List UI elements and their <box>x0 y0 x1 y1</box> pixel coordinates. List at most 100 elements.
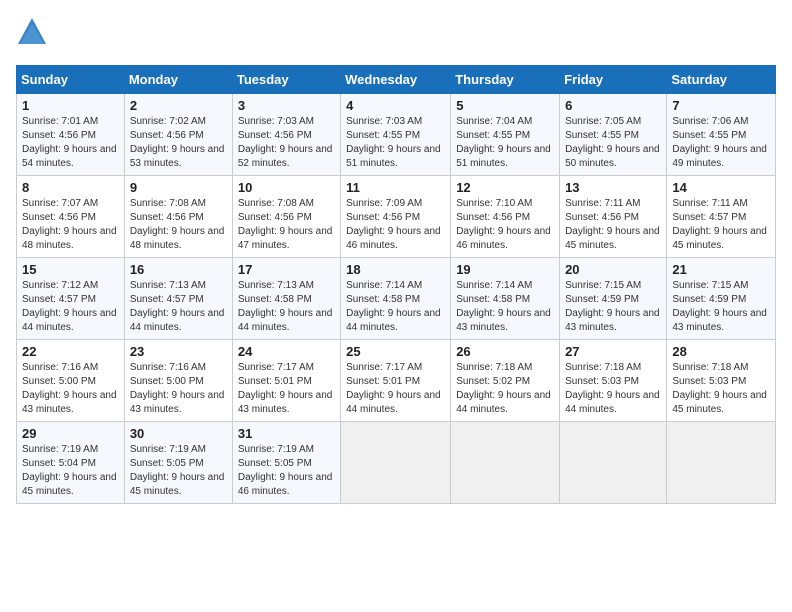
day-number: 17 <box>238 262 335 277</box>
day-number: 28 <box>672 344 770 359</box>
day-info: Sunrise: 7:01 AMSunset: 4:56 PMDaylight:… <box>22 115 119 171</box>
calendar-cell <box>560 422 667 504</box>
calendar-week-row: 29 Sunrise: 7:19 AMSunset: 5:04 PMDayligh… <box>17 422 776 504</box>
day-number: 6 <box>565 98 661 113</box>
calendar-cell <box>451 422 560 504</box>
calendar-cell: 19Sunrise: 7:14 AMSunset: 4:58 PMDayligh… <box>451 258 560 340</box>
calendar-cell: 1 Sunrise: 7:01 AMSunset: 4:56 PMDaylight… <box>17 94 125 176</box>
day-info: Sunrise: 7:04 AMSunset: 4:55 PMDaylight:… <box>456 115 554 171</box>
day-number: 16 <box>130 262 227 277</box>
calendar-cell: 10 Sunrise: 7:08 AMSunset: 4:56 PMDayligh… <box>232 176 340 258</box>
day-number: 31 <box>238 426 335 441</box>
calendar-cell: 30 Sunrise: 7:19 AMSunset: 5:05 PMDayligh… <box>124 422 232 504</box>
calendar-cell: 8Sunrise: 7:07 AMSunset: 4:56 PMDaylight… <box>17 176 125 258</box>
day-info: Sunrise: 7:18 AMSunset: 5:03 PMDaylight:… <box>672 361 770 417</box>
calendar-cell: 25 Sunrise: 7:17 AMSunset: 5:01 PMDayligh… <box>341 340 451 422</box>
day-info: Sunrise: 7:11 AMSunset: 4:56 PMDaylight:… <box>565 197 661 253</box>
day-number: 12 <box>456 180 554 195</box>
calendar-cell <box>667 422 776 504</box>
calendar-cell: 6 Sunrise: 7:05 AMSunset: 4:55 PMDaylight… <box>560 94 667 176</box>
day-info: Sunrise: 7:08 AMSunset: 4:56 PMDaylight:… <box>238 197 335 253</box>
day-info: Sunrise: 7:19 AMSunset: 5:05 PMDaylight:… <box>238 443 335 499</box>
calendar-cell: 3 Sunrise: 7:03 AMSunset: 4:56 PMDaylight… <box>232 94 340 176</box>
day-info: Sunrise: 7:07 AMSunset: 4:56 PMDaylight:… <box>22 197 119 253</box>
day-number: 15 <box>22 262 119 277</box>
day-info: Sunrise: 7:03 AMSunset: 4:55 PMDaylight:… <box>346 115 445 171</box>
calendar-cell: 16 Sunrise: 7:13 AMSunset: 4:57 PMDayligh… <box>124 258 232 340</box>
calendar-cell: 21 Sunrise: 7:15 AMSunset: 4:59 PMDayligh… <box>667 258 776 340</box>
day-number: 29 <box>22 426 119 441</box>
day-info: Sunrise: 7:16 AMSunset: 5:00 PMDaylight:… <box>130 361 227 417</box>
weekday-header: Tuesday <box>232 66 340 94</box>
day-number: 22 <box>22 344 119 359</box>
day-number: 20 <box>565 262 661 277</box>
logo-icon <box>16 16 48 53</box>
day-info: Sunrise: 7:14 AMSunset: 4:58 PMDaylight:… <box>456 279 554 335</box>
calendar-cell: 5 Sunrise: 7:04 AMSunset: 4:55 PMDaylight… <box>451 94 560 176</box>
day-info: Sunrise: 7:17 AMSunset: 5:01 PMDaylight:… <box>346 361 445 417</box>
day-info: Sunrise: 7:03 AMSunset: 4:56 PMDaylight:… <box>238 115 335 171</box>
calendar-cell: 18 Sunrise: 7:14 AMSunset: 4:58 PMDayligh… <box>341 258 451 340</box>
day-info: Sunrise: 7:14 AMSunset: 4:58 PMDaylight:… <box>346 279 445 335</box>
day-number: 21 <box>672 262 770 277</box>
calendar-cell: 28 Sunrise: 7:18 AMSunset: 5:03 PMDayligh… <box>667 340 776 422</box>
weekday-header: Saturday <box>667 66 776 94</box>
day-number: 23 <box>130 344 227 359</box>
calendar-week-row: 8Sunrise: 7:07 AMSunset: 4:56 PMDaylight… <box>17 176 776 258</box>
calendar-week-row: 22 Sunrise: 7:16 AMSunset: 5:00 PMDayligh… <box>17 340 776 422</box>
day-info: Sunrise: 7:16 AMSunset: 5:00 PMDaylight:… <box>22 361 119 417</box>
weekday-header: Wednesday <box>341 66 451 94</box>
day-info: Sunrise: 7:15 AMSunset: 4:59 PMDaylight:… <box>565 279 661 335</box>
calendar-cell: 17 Sunrise: 7:13 AMSunset: 4:58 PMDayligh… <box>232 258 340 340</box>
calendar-cell: 11 Sunrise: 7:09 AMSunset: 4:56 PMDayligh… <box>341 176 451 258</box>
calendar-cell: 7Sunrise: 7:06 AMSunset: 4:55 PMDaylight… <box>667 94 776 176</box>
day-info: Sunrise: 7:08 AMSunset: 4:56 PMDaylight:… <box>130 197 227 253</box>
calendar-cell: 9 Sunrise: 7:08 AMSunset: 4:56 PMDaylight… <box>124 176 232 258</box>
day-number: 13 <box>565 180 661 195</box>
day-number: 18 <box>346 262 445 277</box>
calendar-cell: 26Sunrise: 7:18 AMSunset: 5:02 PMDayligh… <box>451 340 560 422</box>
day-number: 25 <box>346 344 445 359</box>
calendar-week-row: 15Sunrise: 7:12 AMSunset: 4:57 PMDayligh… <box>17 258 776 340</box>
day-number: 2 <box>130 98 227 113</box>
day-info: Sunrise: 7:09 AMSunset: 4:56 PMDaylight:… <box>346 197 445 253</box>
logo <box>16 16 52 53</box>
day-number: 30 <box>130 426 227 441</box>
day-info: Sunrise: 7:13 AMSunset: 4:57 PMDaylight:… <box>130 279 227 335</box>
calendar-table: SundayMondayTuesdayWednesdayThursdayFrid… <box>16 65 776 504</box>
day-number: 5 <box>456 98 554 113</box>
calendar-cell: 14 Sunrise: 7:11 AMSunset: 4:57 PMDayligh… <box>667 176 776 258</box>
calendar-week-row: 1 Sunrise: 7:01 AMSunset: 4:56 PMDaylight… <box>17 94 776 176</box>
day-number: 9 <box>130 180 227 195</box>
day-number: 11 <box>346 180 445 195</box>
calendar-cell: 24Sunrise: 7:17 AMSunset: 5:01 PMDayligh… <box>232 340 340 422</box>
day-info: Sunrise: 7:18 AMSunset: 5:02 PMDaylight:… <box>456 361 554 417</box>
day-info: Sunrise: 7:13 AMSunset: 4:58 PMDaylight:… <box>238 279 335 335</box>
day-number: 24 <box>238 344 335 359</box>
page-header <box>16 16 776 53</box>
calendar-header-row: SundayMondayTuesdayWednesdayThursdayFrid… <box>17 66 776 94</box>
day-info: Sunrise: 7:19 AMSunset: 5:04 PMDaylight:… <box>22 443 119 499</box>
weekday-header: Monday <box>124 66 232 94</box>
calendar-cell: 29 Sunrise: 7:19 AMSunset: 5:04 PMDayligh… <box>17 422 125 504</box>
calendar-cell: 13 Sunrise: 7:11 AMSunset: 4:56 PMDayligh… <box>560 176 667 258</box>
day-info: Sunrise: 7:06 AMSunset: 4:55 PMDaylight:… <box>672 115 770 171</box>
day-info: Sunrise: 7:15 AMSunset: 4:59 PMDaylight:… <box>672 279 770 335</box>
day-number: 10 <box>238 180 335 195</box>
calendar-cell: 20 Sunrise: 7:15 AMSunset: 4:59 PMDayligh… <box>560 258 667 340</box>
day-number: 3 <box>238 98 335 113</box>
weekday-header: Thursday <box>451 66 560 94</box>
weekday-header: Friday <box>560 66 667 94</box>
day-info: Sunrise: 7:18 AMSunset: 5:03 PMDaylight:… <box>565 361 661 417</box>
weekday-header: Sunday <box>17 66 125 94</box>
day-number: 14 <box>672 180 770 195</box>
day-info: Sunrise: 7:19 AMSunset: 5:05 PMDaylight:… <box>130 443 227 499</box>
day-info: Sunrise: 7:05 AMSunset: 4:55 PMDaylight:… <box>565 115 661 171</box>
day-info: Sunrise: 7:11 AMSunset: 4:57 PMDaylight:… <box>672 197 770 253</box>
calendar-cell: 31 Sunrise: 7:19 AMSunset: 5:05 PMDayligh… <box>232 422 340 504</box>
day-number: 27 <box>565 344 661 359</box>
calendar-cell: 15Sunrise: 7:12 AMSunset: 4:57 PMDayligh… <box>17 258 125 340</box>
day-number: 1 <box>22 98 119 113</box>
calendar-cell: 4Sunrise: 7:03 AMSunset: 4:55 PMDaylight… <box>341 94 451 176</box>
calendar-cell: 12Sunrise: 7:10 AMSunset: 4:56 PMDayligh… <box>451 176 560 258</box>
